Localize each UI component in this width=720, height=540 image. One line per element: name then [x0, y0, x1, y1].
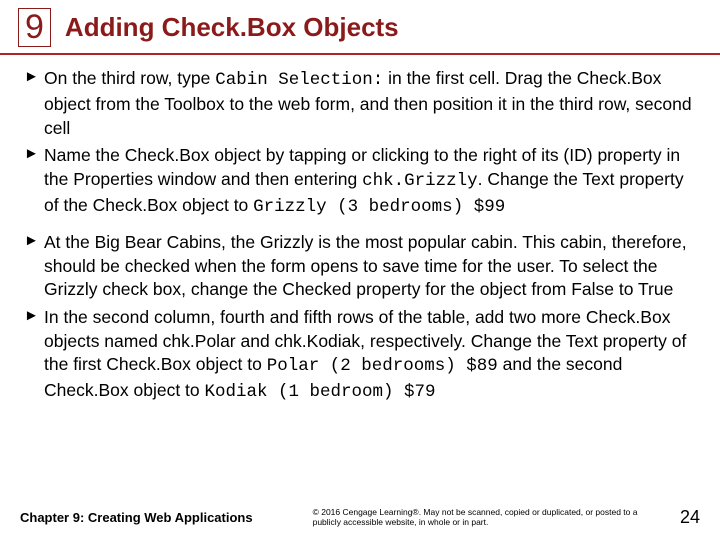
text-run: On the third row, type — [44, 68, 215, 88]
code-run: Cabin Selection: — [215, 70, 383, 90]
arrow-icon: ► — [22, 231, 44, 251]
chapter-number: 9 — [18, 8, 51, 47]
slide-content: ► On the third row, type Cabin Selection… — [0, 55, 720, 404]
bullet-row: ► Name the Check.Box object by tapping o… — [22, 144, 698, 219]
arrow-icon: ► — [22, 306, 44, 326]
bullet-text: On the third row, type Cabin Selection: … — [44, 67, 698, 140]
arrow-icon: ► — [22, 67, 44, 87]
code-run: Grizzly (3 bedrooms) $99 — [253, 197, 505, 217]
code-run: Kodiak (1 bedroom) $79 — [205, 382, 436, 402]
bullet-text: At the Big Bear Cabins, the Grizzly is t… — [44, 231, 698, 302]
page-number: 24 — [680, 507, 700, 528]
slide-header: 9 Adding Check.Box Objects — [0, 0, 720, 55]
bullet-text: In the second column, fourth and fifth r… — [44, 306, 698, 405]
code-run: chk.Grizzly — [362, 171, 478, 191]
bullet-row: ► In the second column, fourth and fifth… — [22, 306, 698, 405]
code-run: Polar (2 bedrooms) $89 — [267, 356, 498, 376]
slide-footer: Chapter 9: Creating Web Applications © 2… — [0, 507, 720, 528]
footer-copyright: © 2016 Cengage Learning®. May not be sca… — [253, 507, 680, 528]
text-run: At the Big Bear Cabins, the Grizzly is t… — [44, 232, 687, 299]
bullet-text: Name the Check.Box object by tapping or … — [44, 144, 698, 219]
bullet-row: ► At the Big Bear Cabins, the Grizzly is… — [22, 231, 698, 302]
bullet-row: ► On the third row, type Cabin Selection… — [22, 67, 698, 140]
arrow-icon: ► — [22, 144, 44, 164]
footer-chapter-label: Chapter 9: Creating Web Applications — [20, 510, 253, 525]
slide-title: Adding Check.Box Objects — [65, 12, 399, 43]
